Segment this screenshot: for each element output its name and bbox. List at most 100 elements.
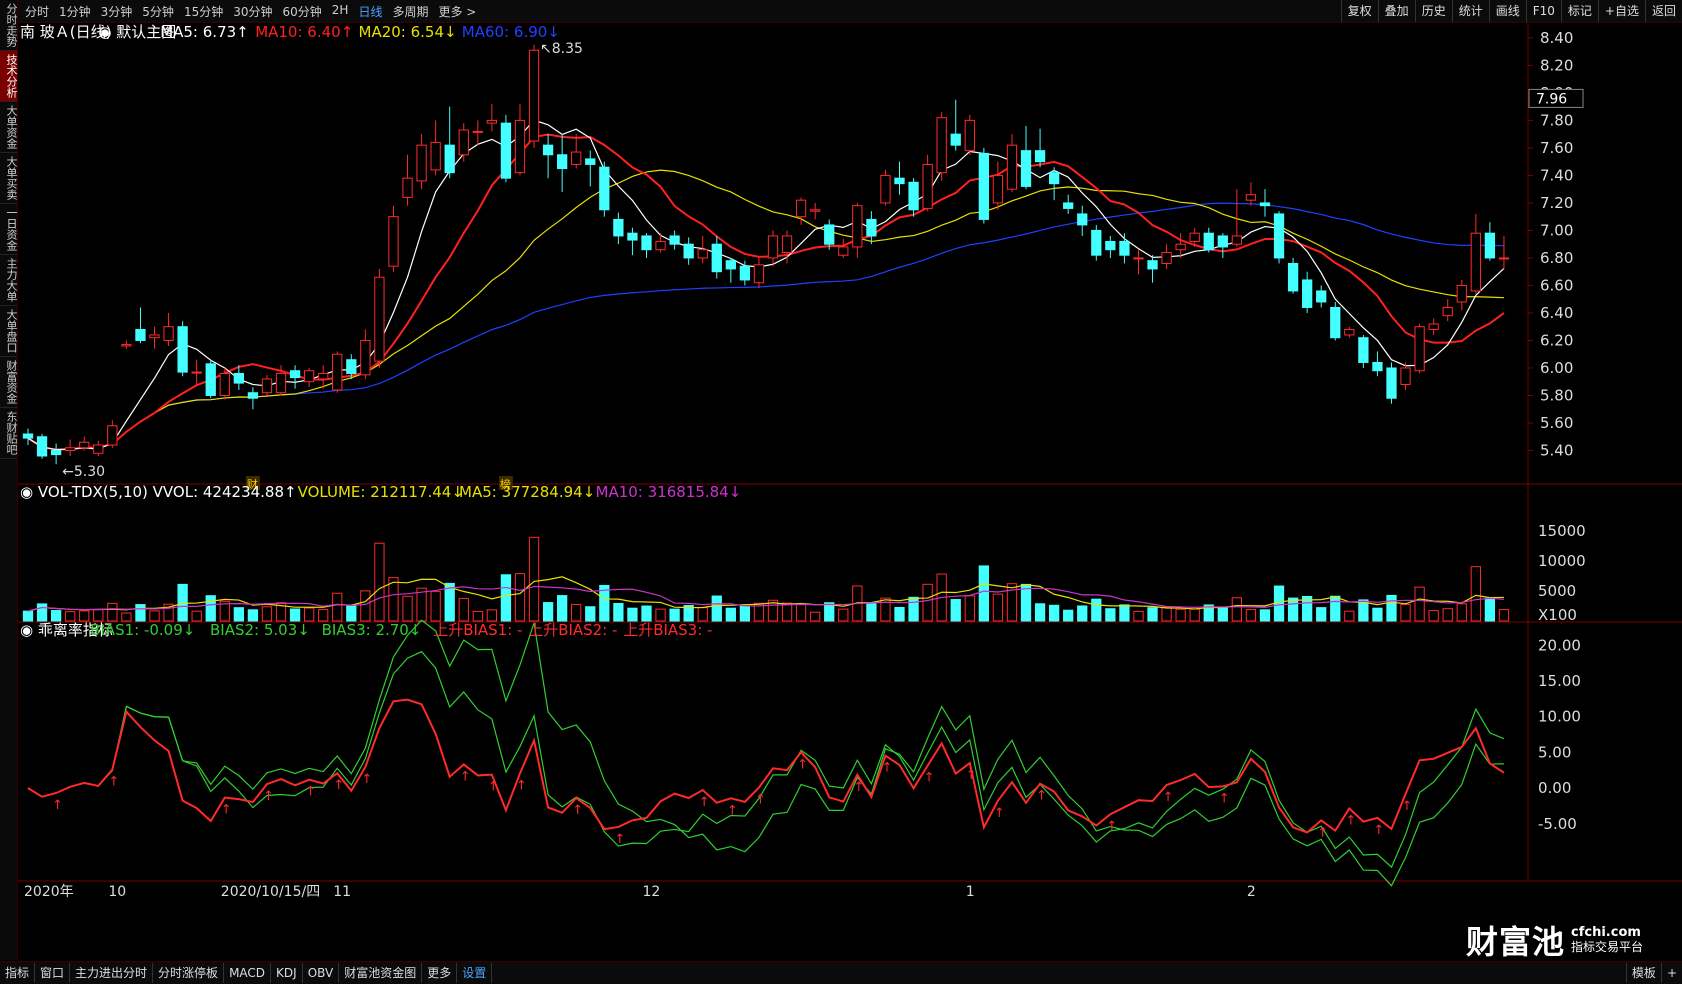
candle-body bbox=[542, 144, 554, 156]
tool-button-7[interactable]: +自选 bbox=[1597, 0, 1645, 22]
sidebar-tab-0[interactable]: 分时走势 bbox=[0, 0, 18, 51]
bottom-tab-7[interactable]: 财富池资金图 bbox=[339, 963, 423, 983]
price-tick-label: 7.80 bbox=[1540, 111, 1573, 129]
candle-body bbox=[1287, 262, 1299, 292]
volume-bar bbox=[205, 595, 216, 622]
candle bbox=[1091, 224, 1102, 261]
tool-button-3[interactable]: 统计 bbox=[1451, 0, 1489, 22]
bottom-tab-5[interactable]: KDJ bbox=[271, 963, 303, 983]
volume-legend-1: VOLUME: 212117.44↓ bbox=[298, 483, 464, 501]
bottom-tab-2[interactable]: 主力进出分时 bbox=[70, 963, 154, 983]
candle-body bbox=[725, 260, 736, 270]
period-tab-7[interactable]: 2H bbox=[327, 3, 354, 20]
tool-button-2[interactable]: 历史 bbox=[1414, 0, 1452, 22]
sidebar-tab-8[interactable]: 东财贴吧 bbox=[0, 408, 18, 459]
tool-button-6[interactable]: 标记 bbox=[1560, 0, 1598, 22]
period-tab-0[interactable]: 分时 bbox=[20, 3, 54, 20]
sidebar-tab-1[interactable]: 技术分析 bbox=[0, 51, 18, 102]
volume-bar bbox=[528, 536, 540, 622]
candle-body bbox=[1259, 202, 1271, 207]
bottom-tab-9[interactable]: 设置 bbox=[457, 963, 493, 983]
sidebar-tab-2[interactable]: 大单资金 bbox=[0, 102, 18, 153]
candle-body bbox=[1273, 213, 1285, 259]
bottom-tab-3[interactable]: 分时涨停板 bbox=[153, 963, 225, 983]
tool-button-0[interactable]: 复权 bbox=[1340, 0, 1378, 22]
sidebar-tab-3[interactable]: 大单买卖 bbox=[0, 153, 18, 204]
candle bbox=[205, 359, 216, 399]
bottom-tab-1[interactable]: 窗口 bbox=[35, 963, 71, 983]
bias-up-arrow: ↑ bbox=[1036, 789, 1047, 804]
volume-bar bbox=[303, 607, 315, 622]
candle-body bbox=[585, 158, 596, 165]
bias-legend-5: 上升BIAS2: - bbox=[528, 621, 617, 639]
candle-body bbox=[894, 177, 905, 185]
candle-body bbox=[93, 444, 104, 454]
period-tab-6[interactable]: 60分钟 bbox=[278, 3, 327, 20]
period-tab-10[interactable]: 更多 > bbox=[433, 3, 481, 20]
volume-bar bbox=[964, 595, 975, 622]
volume-bar bbox=[93, 609, 104, 622]
tool-button-5[interactable]: F10 bbox=[1525, 0, 1561, 22]
volume-bar bbox=[65, 611, 76, 622]
volume-bar bbox=[135, 604, 146, 622]
candle-body bbox=[233, 372, 244, 384]
stock-chart: ↑↑↑↑↑↑↑↑↑↑↑↑↑↑↑↑↑↑↑↑↑↑↑↑↑↑↑↑↑ 8.408.208.… bbox=[18, 23, 1682, 961]
candle bbox=[936, 112, 947, 181]
period-tab-8[interactable]: 日线 bbox=[353, 3, 387, 20]
candle-body bbox=[1456, 284, 1467, 303]
bottom-tab-8[interactable]: 更多 bbox=[422, 963, 458, 983]
sidebar-tab-4[interactable]: 一日资金 bbox=[0, 204, 18, 255]
price-tick-label: 7.20 bbox=[1540, 194, 1573, 212]
candle-body bbox=[824, 224, 835, 245]
bottom-tab-6[interactable]: OBV bbox=[303, 963, 340, 983]
bottom-right-tools: 模板 + bbox=[1625, 962, 1682, 984]
tool-button-1[interactable]: 叠加 bbox=[1377, 0, 1415, 22]
period-tab-4[interactable]: 15分钟 bbox=[179, 3, 228, 20]
tool-button-8[interactable]: 返回 bbox=[1644, 0, 1682, 22]
x-axis-label: 11 bbox=[333, 884, 351, 900]
volume-bar bbox=[1484, 597, 1496, 622]
price-marker-label: 7.96 bbox=[1536, 91, 1567, 107]
period-toolbar: 分时 1分钟 3分钟 5分钟 15分钟 30分钟 60分钟 2H 日线 多周期 更多 > 复权 叠加 历史… bbox=[0, 0, 1682, 23]
sidebar-tab-7[interactable]: 财富资金 bbox=[0, 357, 18, 408]
bias-up-arrow: ↑ bbox=[699, 795, 710, 810]
volume-bar bbox=[50, 610, 62, 622]
bias-up-arrow: ↑ bbox=[797, 757, 808, 772]
volume-bar bbox=[669, 608, 680, 622]
bottom-right-1[interactable]: + bbox=[1660, 963, 1682, 983]
candle-body bbox=[177, 326, 188, 373]
price-tick-label: 7.40 bbox=[1540, 166, 1573, 184]
period-tab-2[interactable]: 3分钟 bbox=[96, 3, 138, 20]
volume-bar bbox=[557, 595, 568, 622]
bottom-tab-0[interactable]: 指标 bbox=[0, 963, 36, 983]
tool-button-4[interactable]: 画线 bbox=[1488, 0, 1526, 22]
price-tick-label: 6.40 bbox=[1540, 304, 1573, 322]
bottom-right-0[interactable]: 模板 bbox=[1625, 963, 1661, 983]
bottom-tab-4[interactable]: MACD bbox=[224, 963, 272, 983]
period-tab-3[interactable]: 5分钟 bbox=[137, 3, 179, 20]
period-tab-5[interactable]: 30分钟 bbox=[228, 3, 277, 20]
candle-body bbox=[1358, 337, 1369, 363]
volume-bar bbox=[1020, 583, 1032, 622]
volume-bar bbox=[177, 583, 188, 622]
price-tick-label: 8.40 bbox=[1540, 29, 1573, 47]
bias-up-arrow: ↑ bbox=[572, 803, 583, 818]
candle-body bbox=[219, 372, 230, 396]
candle-body bbox=[753, 264, 765, 284]
sidebar-tab-5[interactable]: 主力大单 bbox=[0, 255, 18, 306]
candle-body bbox=[1175, 243, 1186, 251]
period-tab-1[interactable]: 1分钟 bbox=[54, 3, 96, 20]
volume-bar bbox=[585, 606, 596, 622]
volume-bar bbox=[107, 602, 118, 622]
candle-body bbox=[472, 130, 483, 133]
volume-bar bbox=[486, 609, 498, 622]
volume-bar bbox=[1189, 608, 1200, 622]
candle-body bbox=[486, 119, 498, 124]
bias-up-arrow: ↑ bbox=[1345, 813, 1356, 828]
tool-buttons: 复权 叠加 历史 统计 画线 F10 标记 +自选 返回 bbox=[1340, 0, 1682, 22]
period-tab-9[interactable]: 多周期 bbox=[387, 3, 433, 20]
candle-body bbox=[247, 392, 259, 399]
candle-body bbox=[289, 370, 301, 379]
candle-body bbox=[1020, 150, 1032, 187]
sidebar-tab-6[interactable]: 大单盘口 bbox=[0, 306, 18, 357]
